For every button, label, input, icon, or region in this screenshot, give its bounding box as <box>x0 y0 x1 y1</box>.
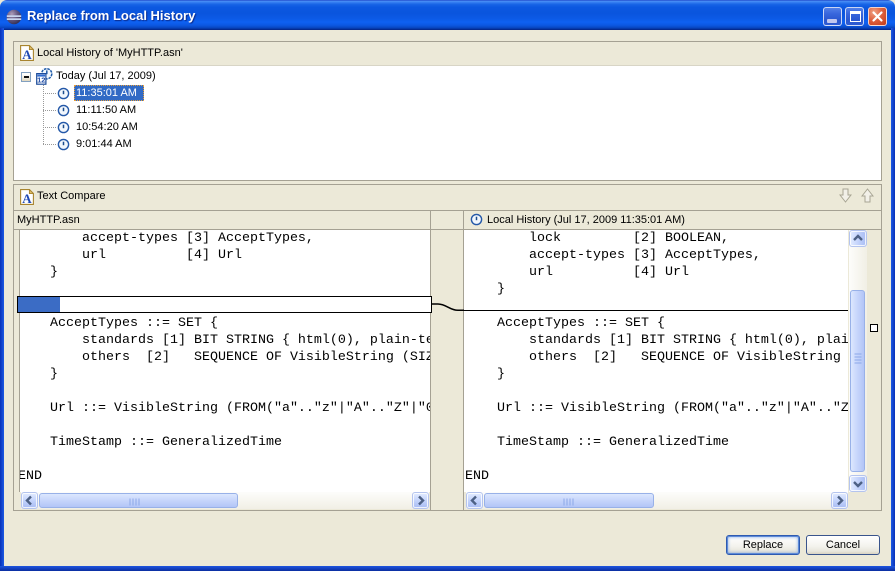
svg-text:A: A <box>22 47 32 61</box>
svg-text:A: A <box>22 191 32 205</box>
svg-text:12: 12 <box>37 75 45 84</box>
